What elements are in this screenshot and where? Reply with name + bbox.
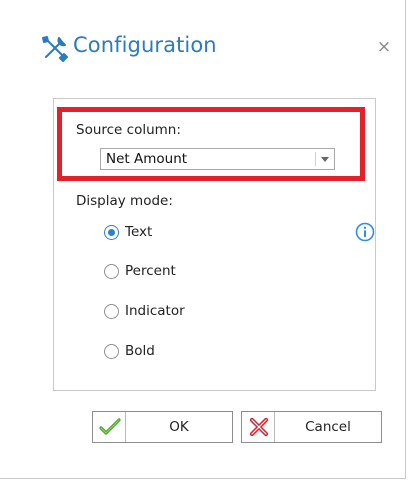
chevron-down-icon[interactable] bbox=[321, 157, 329, 162]
radio-option-text[interactable]: Text bbox=[104, 222, 152, 242]
radio-label-percent: Percent bbox=[125, 263, 176, 279]
radio-button[interactable] bbox=[104, 303, 119, 319]
checkmark-icon bbox=[99, 418, 121, 435]
cancel-x-icon bbox=[249, 417, 269, 437]
source-column-select[interactable]: Net Amount bbox=[100, 148, 335, 170]
radio-button[interactable] bbox=[104, 343, 119, 359]
tools-icon bbox=[42, 36, 68, 62]
select-divider bbox=[315, 152, 316, 166]
close-icon[interactable]: × bbox=[376, 38, 392, 56]
radio-option-percent[interactable]: Percent bbox=[104, 261, 176, 281]
cancel-label: Cancel bbox=[305, 419, 351, 435]
source-column-label: Source column: bbox=[76, 122, 181, 138]
configuration-dialog: Configuration × Source column: Net Amoun… bbox=[0, 0, 406, 479]
display-mode-label: Display mode: bbox=[76, 193, 173, 209]
ok-label: OK bbox=[169, 419, 189, 435]
radio-option-indicator[interactable]: Indicator bbox=[104, 301, 185, 321]
radio-label-indicator: Indicator bbox=[125, 303, 185, 319]
ok-button[interactable]: OK bbox=[92, 411, 233, 443]
cancel-button[interactable]: Cancel bbox=[241, 411, 382, 443]
dialog-title: Configuration bbox=[73, 33, 217, 57]
info-icon[interactable] bbox=[355, 222, 375, 242]
source-column-value: Net Amount bbox=[106, 151, 188, 167]
radio-button[interactable] bbox=[104, 263, 119, 279]
radio-button-checked[interactable] bbox=[104, 224, 119, 240]
radio-label-text: Text bbox=[125, 224, 153, 240]
radio-option-bold[interactable]: Bold bbox=[104, 341, 155, 361]
radio-label-bold: Bold bbox=[125, 343, 155, 359]
